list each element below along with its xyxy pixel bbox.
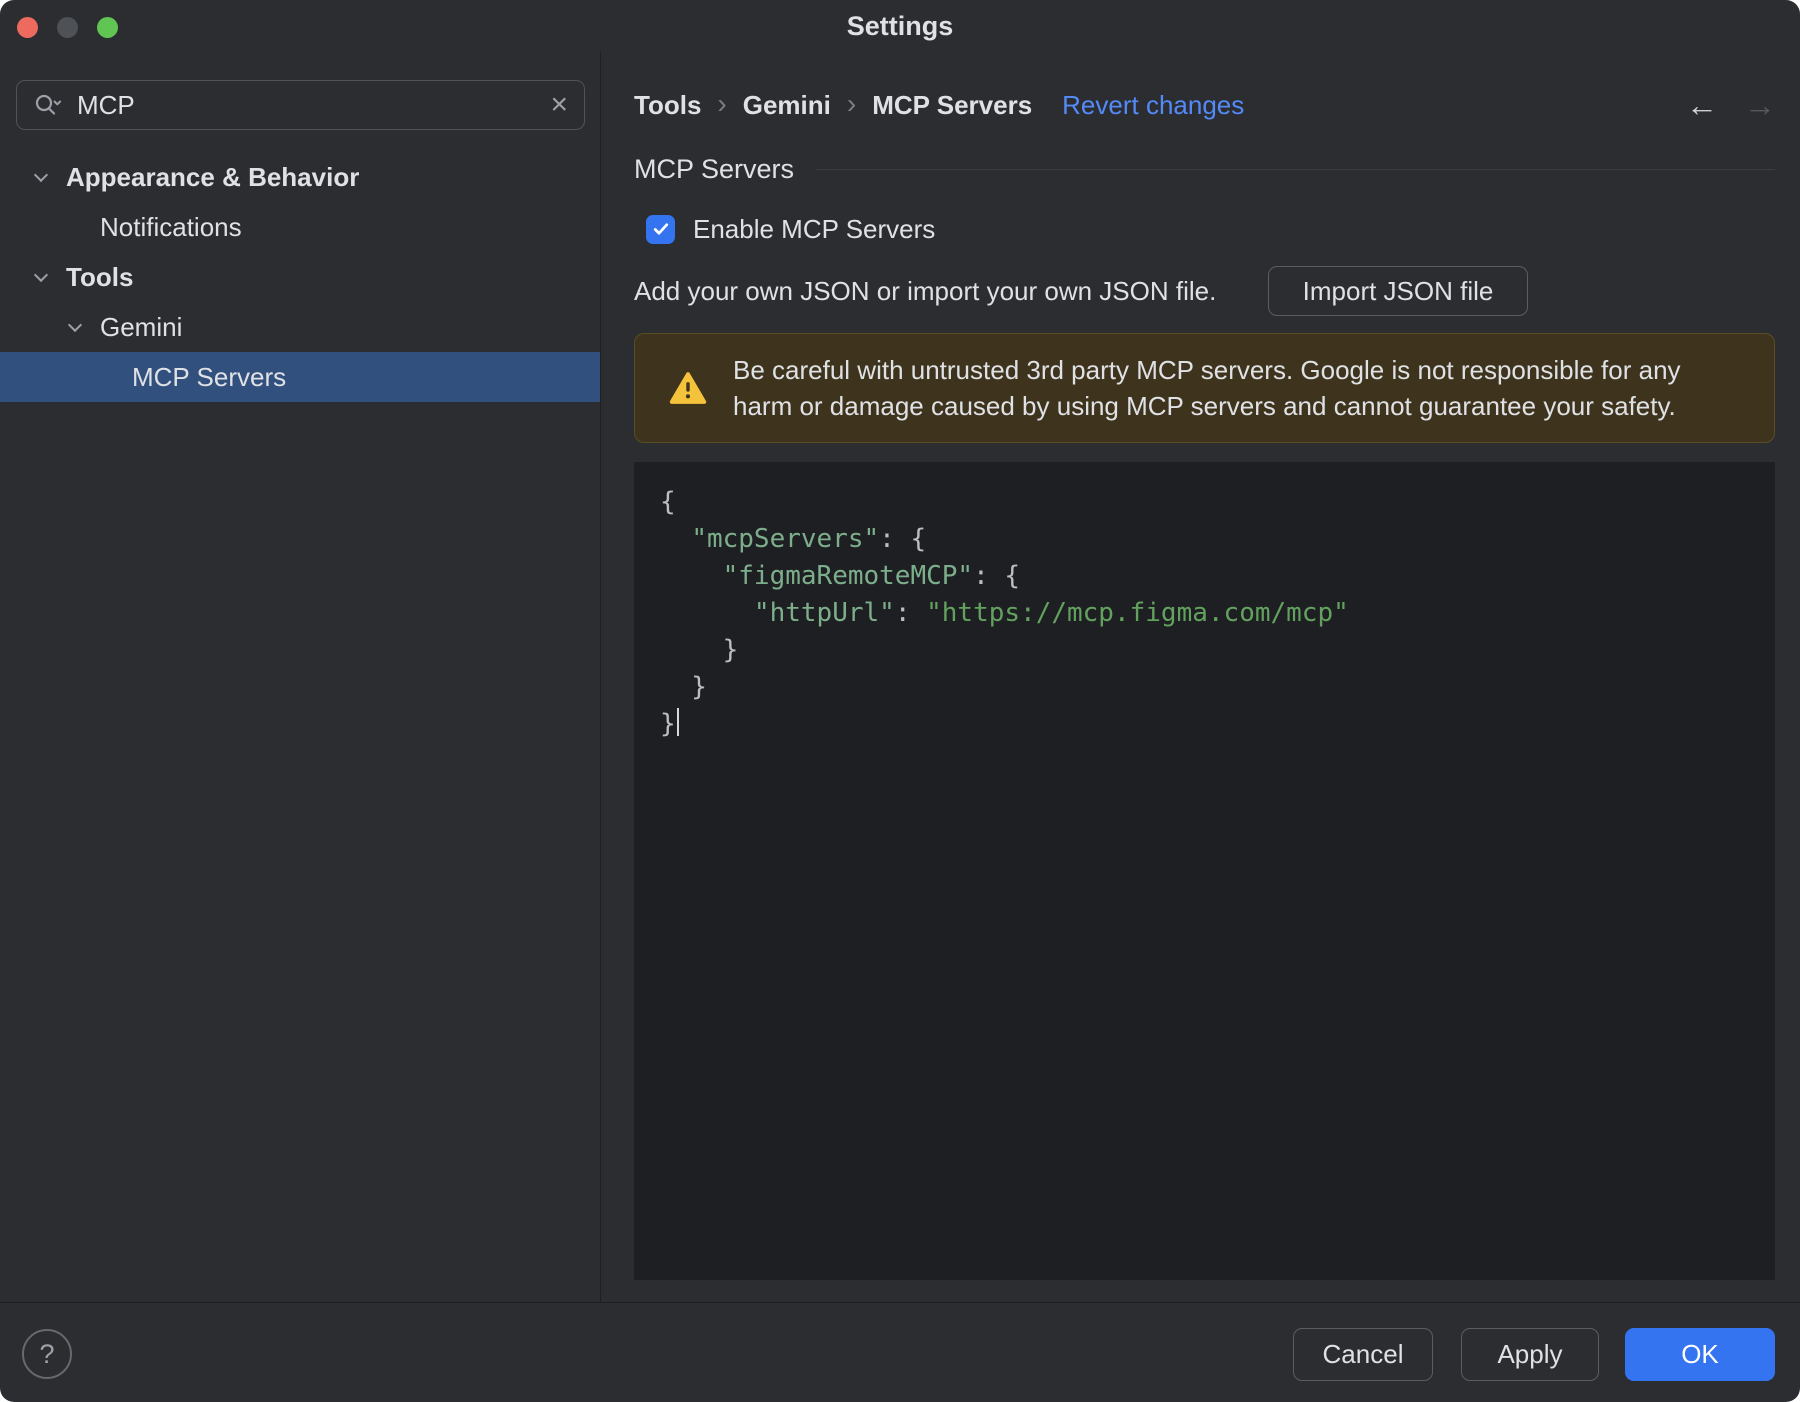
clear-search-icon[interactable]: × [550,90,568,120]
code-line: } [660,706,1775,743]
sidebar-item-tools[interactable]: Tools [0,252,600,302]
code-line: "mcpServers": { [660,521,1775,558]
code-line: } [660,632,1775,669]
enable-mcp-label: Enable MCP Servers [693,213,936,244]
chevron-down-icon[interactable] [67,317,83,332]
sidebar-item-label: Notifications [100,211,242,242]
sidebar-item-appearance-behavior[interactable]: Appearance & Behavior [0,152,600,202]
code-token: "https://mcp.figma.com/mcp" [926,598,1349,628]
zoom-window-button[interactable] [97,17,118,38]
help-button[interactable]: ? [22,1329,72,1379]
section-title: MCP Servers [634,153,795,184]
code-token: } [660,672,707,702]
cancel-button[interactable]: Cancel [1293,1328,1433,1381]
code-token: : { [879,524,927,554]
checkmark-icon [653,223,668,235]
code-line: { [660,484,1775,521]
code-token: : [894,598,927,628]
minimize-window-button[interactable] [57,17,78,38]
code-token: "mcpServers" [691,524,880,554]
text-caret [676,708,679,736]
sidebar-item-label: Tools [66,261,134,292]
breadcrumb-gemini[interactable]: Gemini [743,90,831,121]
breadcrumb-separator-icon: › [846,87,857,119]
tree-chevron-slot [67,317,100,332]
settings-search-box[interactable]: × [16,80,585,130]
sidebar-item-mcp-servers[interactable]: MCP Servers [0,352,600,402]
history-nav: ← → [1686,87,1776,124]
code-line: "figmaRemoteMCP": { [660,558,1775,595]
breadcrumb-separator-icon: › [717,87,727,119]
code-token: { [660,487,676,517]
code-line: } [660,669,1775,706]
warning-icon [669,371,707,405]
sidebar-item-label: Appearance & Behavior [66,161,360,192]
ok-button[interactable]: OK [1625,1328,1775,1381]
sidebar-item-label: MCP Servers [132,361,287,392]
json-editor[interactable]: { "mcpServers": { "figmaRemoteMCP": { "h… [634,462,1775,1280]
warning-text: Be careful with untrusted 3rd party MCP … [733,355,1681,421]
main-panel: Tools › Gemini › MCP Servers Revert chan… [601,52,1800,1302]
close-window-button[interactable] [17,17,38,38]
question-mark-icon: ? [39,1338,55,1369]
settings-window: Settings × Appearance & Behavior Notifica… [0,0,1800,1402]
code-token: "figmaRemoteMCP" [722,561,974,591]
breadcrumb-mcp-servers[interactable]: MCP Servers [872,90,1032,121]
search-icon [33,91,63,119]
tree-chevron-slot [33,267,66,282]
code-token: "httpUrl" [753,598,895,628]
window-title: Settings [846,10,954,41]
sidebar-item-gemini[interactable]: Gemini [0,302,600,352]
footer-bar: ? Cancel Apply OK [0,1302,1800,1402]
titlebar: Settings [0,0,1800,52]
settings-tree: Appearance & Behavior Notifications Tools G… [0,152,600,402]
search-input[interactable] [77,89,537,121]
back-arrow-icon[interactable]: ← [1686,87,1718,124]
import-json-button[interactable]: Import JSON file [1268,266,1528,316]
code-token: : { [973,561,1021,591]
enable-mcp-checkbox[interactable] [646,214,675,244]
code-line: "httpUrl": "https://mcp.figma.com/mcp" [660,595,1775,632]
settings-sidebar: × Appearance & Behavior Notifications Tool… [0,52,601,1302]
add-json-text: Add your own JSON or import your own JSO… [634,275,1217,306]
window-controls [17,17,118,38]
revert-changes-link[interactable]: Revert changes [1062,90,1244,121]
section-header: MCP Servers [634,150,1775,188]
chevron-down-icon[interactable] [33,167,49,182]
forward-arrow-icon[interactable]: → [1744,87,1776,124]
chevron-down-icon[interactable] [33,267,49,282]
code-token: } [660,635,739,665]
apply-button[interactable]: Apply [1461,1328,1599,1381]
sidebar-item-notifications[interactable]: Notifications [0,202,600,252]
code-token: } [660,709,676,739]
breadcrumb-tools[interactable]: Tools [634,90,701,121]
warning-banner: Be careful with untrusted 3rd party MCP … [634,333,1775,443]
json-editor-code: { "mcpServers": { "figmaRemoteMCP": { "h… [660,484,1775,743]
sidebar-item-label: Gemini [100,311,183,342]
breadcrumb: Tools › Gemini › MCP Servers Revert chan… [634,82,1776,128]
tree-chevron-slot [33,167,66,182]
section-divider [816,168,1775,170]
enable-mcp-row: Enable MCP Servers [646,212,935,246]
